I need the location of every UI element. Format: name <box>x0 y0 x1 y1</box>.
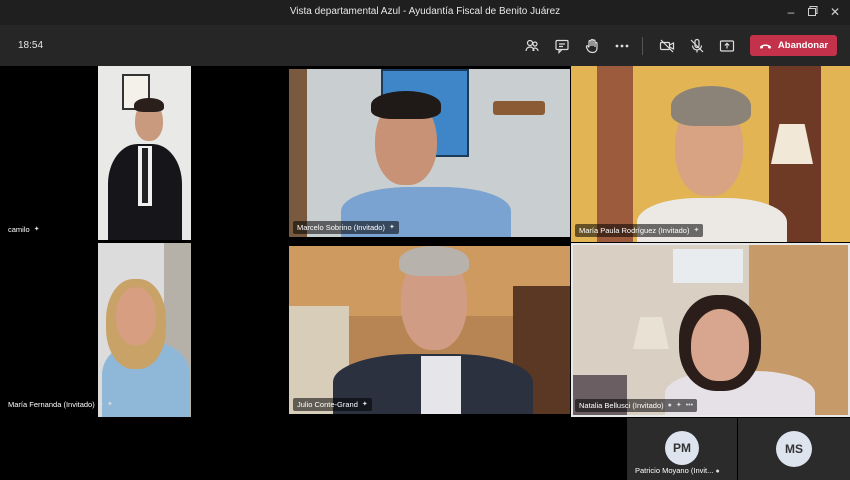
participant-tile-ms[interactable]: MS <box>738 418 850 480</box>
leave-button[interactable]: Abandonar <box>750 35 837 56</box>
pin-icon: ✦ <box>675 402 682 409</box>
pin-icon: ✦ <box>33 226 40 233</box>
pin-icon: ✦ <box>361 401 368 408</box>
video-tile-maria-paula[interactable]: María Paula Rodríguez (Invitado) ✦ <box>571 66 850 242</box>
wall-shelf <box>493 101 545 115</box>
name-label-natalia: Natalia Bellusci (Invitado) ● ✦ ••• <box>575 399 698 412</box>
name-label-patricio: Patricio Moyano (Invit... ● <box>635 466 720 475</box>
chat-icon[interactable] <box>552 37 572 55</box>
avatar: PM <box>665 431 699 465</box>
raise-hand-icon[interactable] <box>582 37 602 55</box>
more-icon[interactable]: ••• <box>686 399 693 412</box>
person-head <box>116 287 156 345</box>
name-label-marcelo: Marcelo Sobrino (Invitado) ✦ <box>293 221 399 234</box>
name-label-julio: Julio Conte-Grand ✦ <box>293 398 372 411</box>
maximize-icon[interactable] <box>804 4 822 20</box>
mic-off-small-icon: ● <box>98 401 103 408</box>
participant-tile-patricio[interactable]: PM Patricio Moyano (Invit... ● <box>627 418 737 480</box>
name-label-maria-paula: María Paula Rodríguez (Invitado) ✦ <box>575 224 704 237</box>
shirt <box>421 356 461 414</box>
participants-icon[interactable] <box>522 37 542 55</box>
mic-off-small-icon: ● <box>667 402 672 409</box>
video-tile-camilo[interactable] <box>98 66 191 240</box>
share-icon[interactable] <box>717 37 737 55</box>
mic-off-small-icon: ● <box>715 468 720 475</box>
leave-button-label: Abandonar <box>777 40 829 51</box>
tie <box>142 148 148 203</box>
ceiling-lamp <box>673 249 743 283</box>
mic-off-icon[interactable] <box>687 37 707 55</box>
meeting-toolbar: 18:54 Abandonar <box>0 25 850 66</box>
person-hair <box>671 86 751 126</box>
meeting-timer: 18:54 <box>18 40 44 51</box>
window-title: Vista departamental Azul - Ayudantía Fis… <box>289 6 561 17</box>
brick-wall <box>597 66 633 242</box>
name-label-camilo: camilo ✦ <box>8 225 40 234</box>
toolbar-divider <box>642 37 643 55</box>
lamp-shade <box>633 317 669 349</box>
pin-icon: ✦ <box>106 401 113 408</box>
person-hair <box>399 246 469 276</box>
video-tile-maria-fernanda[interactable] <box>98 243 191 417</box>
camera-off-icon[interactable] <box>657 37 677 55</box>
more-icon[interactable] <box>612 37 632 55</box>
avatar: MS <box>776 431 812 467</box>
pin-icon: ✦ <box>388 224 395 231</box>
video-tile-julio[interactable]: Julio Conte-Grand ✦ <box>289 246 570 414</box>
name-label-maria-fernanda: María Fernanda (Invitado) ● ✦ <box>8 400 113 409</box>
phone-hangup-icon <box>759 43 771 49</box>
person-hair <box>134 98 164 112</box>
door-frame <box>289 69 307 237</box>
video-tile-natalia[interactable]: Natalia Bellusci (Invitado) ● ✦ ••• <box>571 243 850 417</box>
minimize-icon[interactable]: – <box>782 4 800 20</box>
video-tile-marcelo[interactable]: Marcelo Sobrino (Invitado) ✦ <box>289 69 570 237</box>
person-head <box>691 309 749 381</box>
title-bar: Vista departamental Azul - Ayudantía Fis… <box>0 0 850 25</box>
pin-icon: ✦ <box>693 227 700 234</box>
person-hair <box>371 91 441 119</box>
close-icon[interactable]: ✕ <box>826 4 844 20</box>
